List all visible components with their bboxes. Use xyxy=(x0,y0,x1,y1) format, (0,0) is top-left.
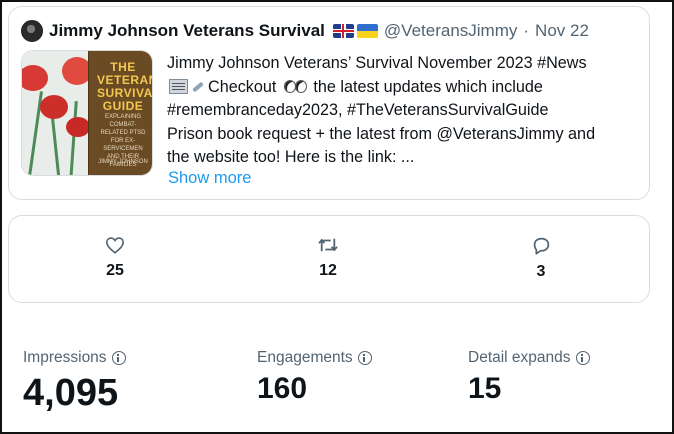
tweet-text-line: Jimmy Johnson Veterans’ Survival Novembe… xyxy=(167,54,587,72)
impressions-value: 4,095 xyxy=(23,372,119,414)
tweet-header: Jimmy Johnson Veterans Survival @Veteran… xyxy=(21,20,589,42)
tweet-date[interactable]: Nov 22 xyxy=(535,21,589,41)
screenshot-frame: Jimmy Johnson Veterans Survival @Veteran… xyxy=(0,0,674,434)
satellite-icon xyxy=(188,79,206,94)
metric-label: Detail expands xyxy=(468,349,590,367)
info-icon[interactable] xyxy=(111,351,126,365)
engagements-value: 160 xyxy=(257,372,308,405)
tweet-text-line: Checkout xyxy=(208,77,277,96)
metric-label: Impressions xyxy=(23,349,126,367)
tweet-text-line: #remembranceday2023, #TheVeteransSurviva… xyxy=(167,101,549,120)
retweet-count: 12 xyxy=(319,262,337,279)
author-handle[interactable]: @VeteransJimmy xyxy=(384,21,517,41)
like-count: 25 xyxy=(106,262,124,279)
link-thumbnail[interactable]: THE VETERANS SURVIVAL GUIDE EXPLAINING C… xyxy=(21,50,153,176)
heart-icon xyxy=(105,237,125,254)
like-button[interactable]: 25 xyxy=(75,236,155,280)
info-icon[interactable] xyxy=(357,351,372,365)
metric-detail-expands: Detail expands 15 xyxy=(468,349,590,406)
metric-impressions: Impressions 4,095 xyxy=(23,349,126,415)
tweet-card[interactable]: Jimmy Johnson Veterans Survival @Veteran… xyxy=(8,6,650,200)
uk-flag-icon xyxy=(332,24,354,38)
header-separator: · xyxy=(523,21,530,40)
newspaper-icon xyxy=(169,78,188,94)
ukraine-flag-icon xyxy=(356,24,378,38)
reply-button[interactable]: 3 xyxy=(501,236,581,281)
reply-count: 3 xyxy=(536,263,546,280)
book-author: JIMMY JOHNSON xyxy=(98,159,148,165)
engagements-label: Engagements xyxy=(257,349,353,366)
retweet-button[interactable]: 12 xyxy=(288,236,368,280)
author-name[interactable]: Jimmy Johnson Veterans Survival xyxy=(49,21,325,41)
tweet-text-line: the website too! Here is the link: ... xyxy=(167,148,415,167)
impressions-label: Impressions xyxy=(23,349,107,366)
engagement-bar: 25 12 3 xyxy=(8,215,650,303)
tweet-text: Jimmy Johnson Veterans’ Survival Novembe… xyxy=(167,52,647,170)
metric-engagements: Engagements 160 xyxy=(257,349,372,406)
tweet-text-line: the latest updates which include xyxy=(313,77,543,96)
detail-expands-value: 15 xyxy=(468,372,502,405)
tweet-text-line: Prison book request + the latest from @V… xyxy=(167,124,596,143)
book-title: THE VETERANS SURVIVAL GUIDE xyxy=(97,60,153,113)
reply-icon xyxy=(533,237,549,255)
eyes-icon xyxy=(283,79,307,93)
flags xyxy=(332,24,378,38)
show-more-link[interactable]: Show more xyxy=(168,169,251,188)
avatar[interactable] xyxy=(21,20,43,42)
info-icon[interactable] xyxy=(575,351,590,365)
retweet-icon xyxy=(318,238,338,252)
detail-expands-label: Detail expands xyxy=(468,349,571,366)
book-cover-image: THE VETERANS SURVIVAL GUIDE EXPLAINING C… xyxy=(88,51,153,175)
poppies-image xyxy=(22,51,88,175)
metric-label: Engagements xyxy=(257,349,372,367)
